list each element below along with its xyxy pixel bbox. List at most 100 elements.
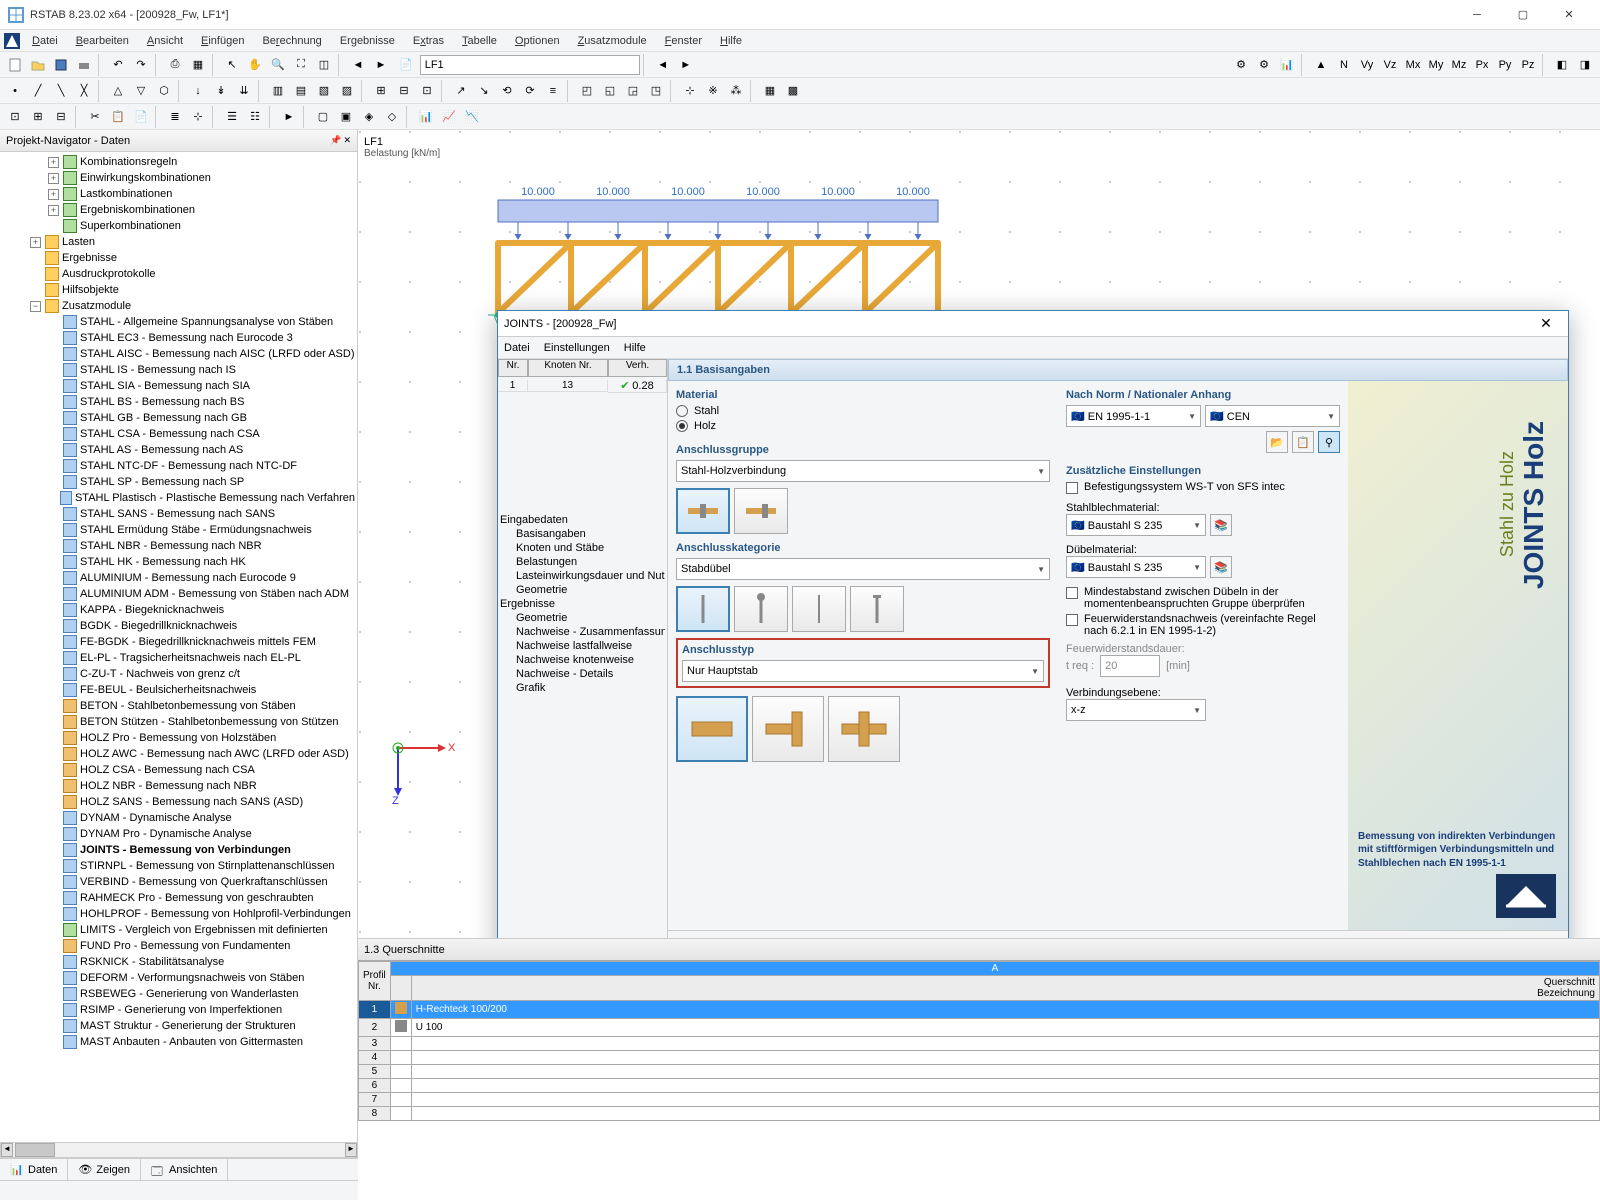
t2-20[interactable]: ⟲: [496, 80, 518, 102]
menu-extras[interactable]: Extras: [405, 33, 452, 49]
tree-node[interactable]: MAST Anbauten - Anbauten von Gittermaste…: [2, 1034, 355, 1050]
tree-node[interactable]: +Lasten: [2, 234, 355, 250]
tb-res-next[interactable]: ►: [675, 54, 697, 76]
t3-8[interactable]: ⊹: [187, 106, 209, 128]
tree-node[interactable]: BETON - Stahlbetonbemessung von Stäben: [2, 698, 355, 714]
t2-11[interactable]: ▥: [267, 80, 289, 102]
t2-22[interactable]: ≡: [542, 80, 564, 102]
tree-node[interactable]: STAHL HK - Bemessung nach HK: [2, 554, 355, 570]
dlg-menu-datei[interactable]: Datei: [504, 342, 530, 354]
loadcase-combo[interactable]: LF1: [420, 55, 640, 75]
tree-nachw-zusammen[interactable]: Nachweise - Zusammenfassung: [500, 625, 665, 639]
tree-node[interactable]: VERBIND - Bemessung von Querkraftanschlü…: [2, 874, 355, 890]
table-row[interactable]: 1H-Rechteck 100/200: [359, 1001, 1600, 1019]
menu-ergebnisse[interactable]: Ergebnisse: [332, 33, 403, 49]
tree-node[interactable]: HOLZ AWC - Bemessung nach AWC (LRFD oder…: [2, 746, 355, 762]
tree-node[interactable]: HOLZ SANS - Bemessung nach SANS (ASD): [2, 794, 355, 810]
menu-einfuegen[interactable]: Einfügen: [193, 33, 252, 49]
tree-node[interactable]: STAHL NTC-DF - Bemessung nach NTC-DF: [2, 458, 355, 474]
dubel-combo[interactable]: 🇪🇺 Baustahl S 235▼: [1066, 556, 1206, 578]
tree-node[interactable]: Superkombinationen: [2, 218, 355, 234]
tb-lf-prev[interactable]: ◄: [347, 54, 369, 76]
close-button[interactable]: ✕: [1546, 0, 1592, 30]
tree-node[interactable]: STAHL AISC - Bemessung nach AISC (LRFD o…: [2, 346, 355, 362]
typ-opt-1[interactable]: [676, 696, 748, 762]
t3-12[interactable]: ▣: [335, 106, 357, 128]
t2-5[interactable]: △: [107, 80, 129, 102]
tree-node[interactable]: DYNAM Pro - Dynamische Analyse: [2, 826, 355, 842]
tb-r8[interactable]: Mx: [1402, 54, 1424, 76]
t2-13[interactable]: ▧: [313, 80, 335, 102]
table-row[interactable]: 3: [359, 1037, 1600, 1051]
tree-node[interactable]: FE-BEUL - Beulsicherheitsnachweis: [2, 682, 355, 698]
nav-close-icon[interactable]: ✕: [343, 135, 351, 146]
t3-15[interactable]: 📊: [415, 106, 437, 128]
t3-7[interactable]: ≣: [164, 106, 186, 128]
kat-opt-1[interactable]: [676, 586, 730, 632]
tb-r14[interactable]: ◧: [1551, 54, 1573, 76]
t2-1[interactable]: •: [4, 80, 26, 102]
norm-combo-1[interactable]: 🇪🇺 EN 1995-1-1▼: [1066, 405, 1201, 427]
menu-berechnung[interactable]: Berechnung: [254, 33, 329, 49]
tree-node[interactable]: STAHL GB - Bemessung nach GB: [2, 410, 355, 426]
tree-nachw-knoten[interactable]: Nachweise knotenweise: [500, 653, 665, 667]
navtab-daten[interactable]: 📊Daten: [0, 1159, 68, 1180]
t3-go[interactable]: ►: [278, 106, 300, 128]
t2-3[interactable]: ╲: [50, 80, 72, 102]
t3-13[interactable]: ◈: [358, 106, 380, 128]
t2-2[interactable]: ╱: [27, 80, 49, 102]
t2-24[interactable]: ◱: [599, 80, 621, 102]
tree-node[interactable]: Hilfsobjekte: [2, 282, 355, 298]
verbebene-combo[interactable]: x-z▼: [1066, 699, 1206, 721]
menu-tabelle[interactable]: Tabelle: [454, 33, 505, 49]
t2-29[interactable]: ⁂: [725, 80, 747, 102]
norm-combo-2[interactable]: 🇪🇺 CEN▼: [1205, 405, 1340, 427]
kategorie-combo[interactable]: Stabdübel▼: [676, 558, 1050, 580]
table-row[interactable]: 2U 100: [359, 1019, 1600, 1037]
tree-node[interactable]: MAST Struktur - Generierung der Struktur…: [2, 1018, 355, 1034]
tree-node[interactable]: RSIMP - Generierung von Imperfektionen: [2, 1002, 355, 1018]
tree-node[interactable]: STAHL AS - Bemessung nach AS: [2, 442, 355, 458]
tree-node[interactable]: RSBEWEG - Generierung von Wanderlasten: [2, 986, 355, 1002]
tb-r3[interactable]: 📊: [1276, 54, 1298, 76]
tree-node[interactable]: FUND Pro - Bemessung von Fundamenten: [2, 938, 355, 954]
tree-node[interactable]: +Ergebniskombinationen: [2, 202, 355, 218]
tree-node[interactable]: DYNAM - Dynamische Analyse: [2, 810, 355, 826]
tb-r5[interactable]: N: [1333, 54, 1355, 76]
tree-nachw-details[interactable]: Nachweise - Details: [500, 667, 665, 681]
tb-r6[interactable]: Vy: [1356, 54, 1378, 76]
t2-30[interactable]: ▦: [759, 80, 781, 102]
grp-opt-2[interactable]: [734, 488, 788, 534]
tb-misc1[interactable]: ⎙: [164, 54, 186, 76]
t2-7[interactable]: ⬡: [153, 80, 175, 102]
tree-node[interactable]: Ergebnisse: [2, 250, 355, 266]
tb-undo[interactable]: ↶: [107, 54, 129, 76]
table-row[interactable]: 8: [359, 1107, 1600, 1121]
menu-fenster[interactable]: Fenster: [657, 33, 710, 49]
tree-node[interactable]: JOINTS - Bemessung von Verbindungen: [2, 842, 355, 858]
typ-opt-2[interactable]: [752, 696, 824, 762]
t3-1[interactable]: ⊡: [4, 106, 26, 128]
t3-5[interactable]: 📋: [107, 106, 129, 128]
navtab-ansichten[interactable]: 🗔Ansichten: [141, 1159, 228, 1180]
t3-3[interactable]: ⊟: [50, 106, 72, 128]
t2-17[interactable]: ⊡: [416, 80, 438, 102]
tree-node[interactable]: RSKNICK - Stabilitätsanalyse: [2, 954, 355, 970]
t3-4[interactable]: ✂: [84, 106, 106, 128]
kat-opt-2[interactable]: [734, 586, 788, 632]
anschlusstyp-combo[interactable]: Nur Hauptstab▼: [682, 660, 1044, 682]
norm-btn-3[interactable]: ⚲: [1318, 431, 1340, 453]
tree-node[interactable]: BETON Stützen - Stahlbetonbemessung von …: [2, 714, 355, 730]
tree-node[interactable]: −Zusatzmodule: [2, 298, 355, 314]
dlg-menu-hilfe[interactable]: Hilfe: [624, 342, 646, 354]
tree-node[interactable]: STAHL SANS - Bemessung nach SANS: [2, 506, 355, 522]
tree-node[interactable]: STAHL Ermüdung Stäbe - Ermüdungsnachweis: [2, 522, 355, 538]
navigator-tree[interactable]: +Kombinationsregeln+Einwirkungskombinati…: [0, 152, 357, 1158]
tb-r11[interactable]: Px: [1471, 54, 1493, 76]
tree-node[interactable]: FE-BGDK - Biegedrillknicknachweis mittel…: [2, 634, 355, 650]
stahlblech-combo[interactable]: 🇪🇺 Baustahl S 235▼: [1066, 514, 1206, 536]
tree-node[interactable]: HOHLPROF - Bemessung von Hohlprofil-Verb…: [2, 906, 355, 922]
t3-14[interactable]: ◇: [381, 106, 403, 128]
tree-node[interactable]: STAHL CSA - Bemessung nach CSA: [2, 426, 355, 442]
minimize-button[interactable]: ─: [1454, 0, 1500, 30]
